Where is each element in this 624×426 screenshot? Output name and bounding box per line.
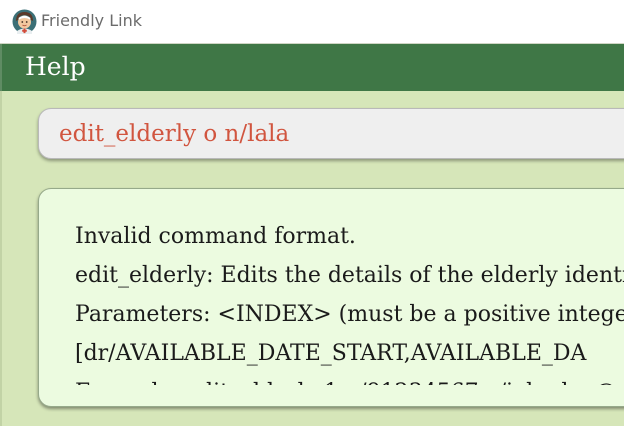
window-title: Friendly Link: [41, 11, 142, 30]
menu-bar: Help: [0, 44, 624, 91]
result-text-area[interactable]: Invalid command format. edit_elderly: Ed…: [75, 217, 624, 385]
command-input[interactable]: [59, 120, 624, 148]
result-line: Invalid command format.: [75, 224, 356, 249]
nurse-avatar-icon: [12, 9, 37, 34]
left-edge-divider: [0, 91, 2, 426]
result-line: edit_elderly: Edits the details of the e…: [75, 263, 624, 288]
app-window: Friendly Link Help Invalid command forma…: [0, 0, 624, 426]
result-line: [dr/AVAILABLE_DATE_START,AVAILABLE_DA: [75, 341, 587, 366]
command-box[interactable]: [38, 108, 624, 159]
result-line: Example: edit_elderly 1 p/91234567 e/joh…: [75, 373, 624, 385]
menu-item-help[interactable]: Help: [25, 52, 86, 82]
result-display[interactable]: Invalid command format. edit_elderly: Ed…: [38, 188, 624, 407]
result-line: Parameters: <INDEX> (must be a positive …: [75, 302, 624, 327]
title-bar: Friendly Link: [0, 0, 624, 44]
